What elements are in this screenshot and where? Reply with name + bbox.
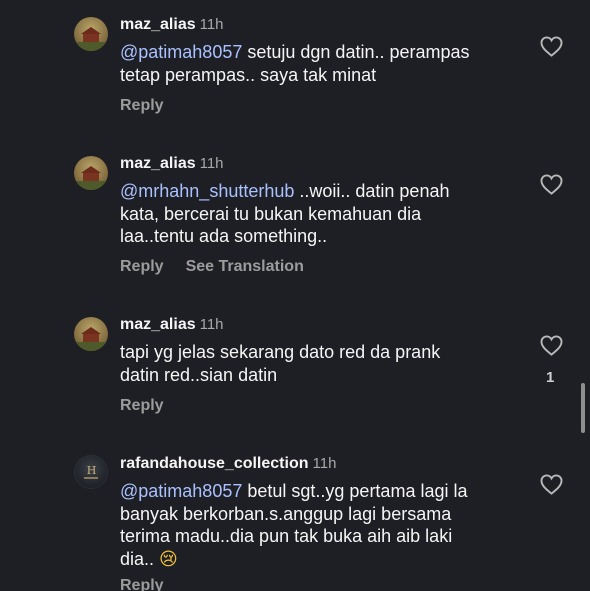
comment-actions: Reply See Translation xyxy=(120,258,304,276)
comment-timestamp: 11h xyxy=(199,16,224,33)
crying-face-emoji: 😢 xyxy=(159,548,178,570)
reply-button[interactable]: Reply xyxy=(120,258,164,275)
comment-actions: Reply xyxy=(120,97,164,115)
comments-screen: maz_alias 11h @patimah8057 setuju dgn dat… xyxy=(0,0,590,591)
username-text[interactable]: maz_alias xyxy=(120,16,196,33)
comment-text: @patimah8057 setuju dgn datin.. perampas… xyxy=(120,41,520,86)
comment-username[interactable]: maz_alias 11h xyxy=(120,316,224,334)
heart-icon[interactable] xyxy=(540,174,563,195)
see-translation-button[interactable]: See Translation xyxy=(186,258,304,275)
comment-actions: Reply xyxy=(120,577,164,591)
heart-icon[interactable] xyxy=(540,474,563,495)
like-count[interactable]: 1 xyxy=(546,369,554,386)
avatar[interactable]: H xyxy=(74,455,108,489)
reply-button[interactable]: Reply xyxy=(120,397,164,414)
comment-username[interactable]: rafandahouse_collection 11h xyxy=(120,455,336,473)
comment-text: tapi yg jelas sekarang dato red da prank… xyxy=(120,341,520,386)
avatar[interactable] xyxy=(74,156,108,190)
heart-icon[interactable] xyxy=(540,335,563,356)
username-text[interactable]: rafandahouse_collection xyxy=(120,455,309,472)
mention-link[interactable]: @mrhahn_shutterhub xyxy=(120,181,294,201)
reply-button[interactable]: Reply xyxy=(120,577,164,591)
avatar[interactable] xyxy=(74,17,108,51)
comment-timestamp: 11h xyxy=(199,155,224,172)
username-text[interactable]: maz_alias xyxy=(120,316,196,333)
comment-actions: Reply xyxy=(120,397,164,415)
mention-link[interactable]: @patimah8057 xyxy=(120,42,242,62)
comment-timestamp: 11h xyxy=(199,316,224,333)
mention-link[interactable]: @patimah8057 xyxy=(120,481,242,501)
username-text[interactable]: maz_alias xyxy=(120,155,196,172)
avatar-logo-monogram: H xyxy=(86,464,97,477)
comment-username[interactable]: maz_alias 11h xyxy=(120,155,224,173)
comment-text: @patimah8057 betul sgt..yg pertama lagi … xyxy=(120,480,520,571)
heart-icon[interactable] xyxy=(540,36,563,57)
comment-username[interactable]: maz_alias 11h xyxy=(120,16,224,34)
reply-button[interactable]: Reply xyxy=(120,97,164,114)
scrollbar[interactable] xyxy=(581,383,585,433)
comment-body: tapi yg jelas sekarang dato red da prank… xyxy=(120,342,441,385)
comment-text: @mrhahn_shutterhub ..woii.. datin penah … xyxy=(120,180,520,248)
avatar[interactable] xyxy=(74,317,108,351)
comment-timestamp: 11h xyxy=(312,455,337,472)
